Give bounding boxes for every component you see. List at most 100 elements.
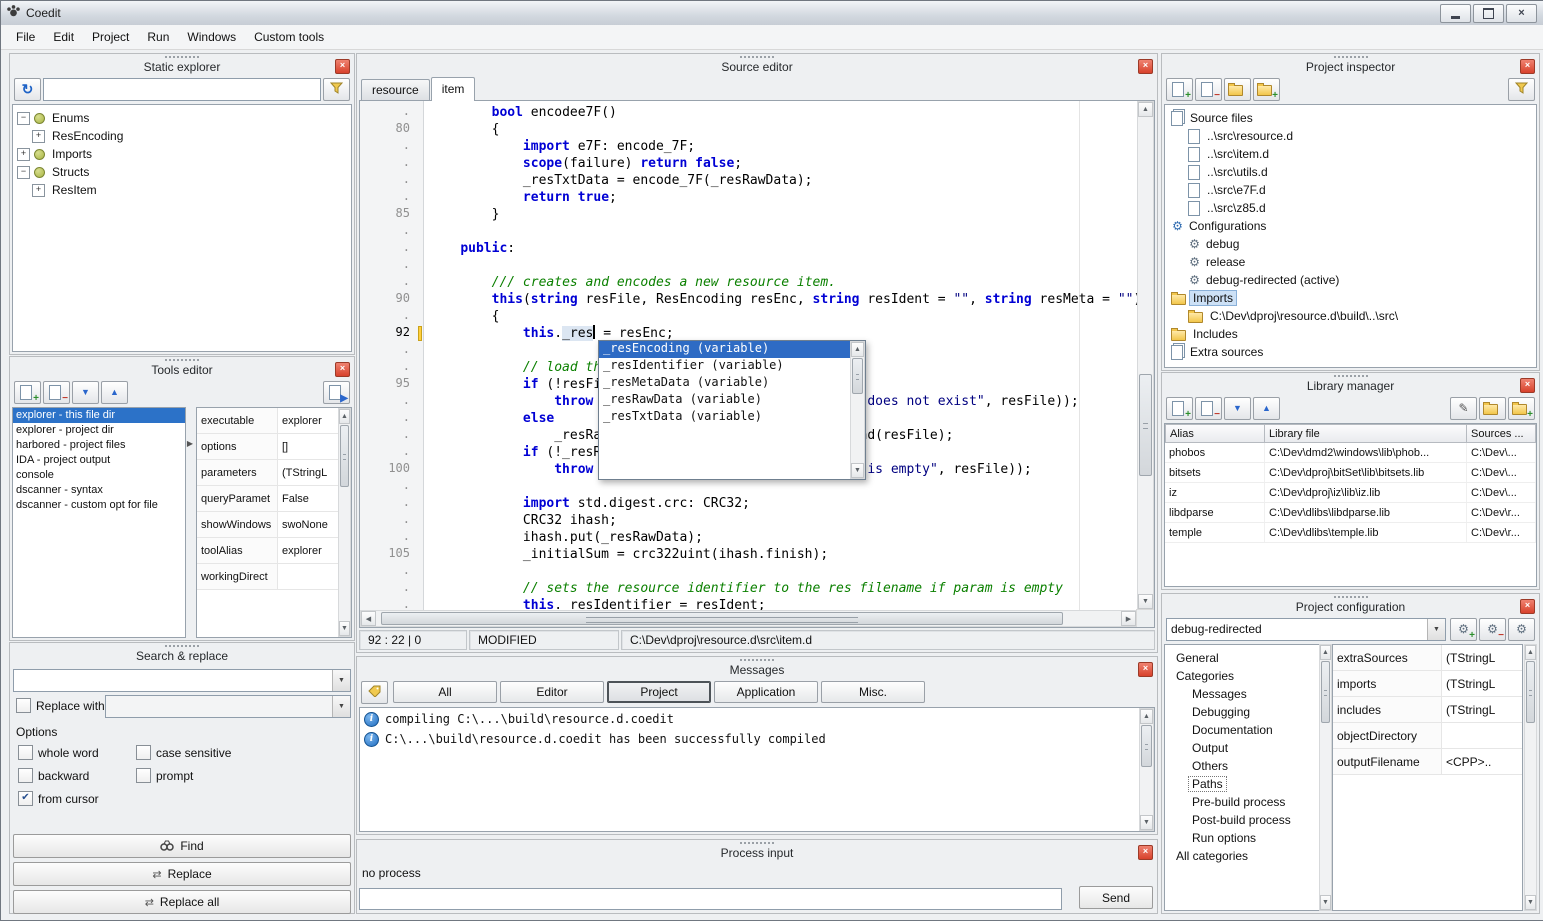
properties-scrollbar[interactable]: ▲▼: [338, 408, 351, 637]
drag-grip-icon[interactable]: [165, 56, 199, 58]
tree-item[interactable]: Categories: [1165, 667, 1319, 685]
add-configuration-button[interactable]: ⚙+: [1450, 618, 1477, 641]
tree-item[interactable]: +Imports: [13, 145, 351, 163]
tree-item[interactable]: +ResItem: [13, 181, 351, 199]
tool-list-item[interactable]: dscanner - syntax: [13, 483, 185, 498]
scroll-arrow-icon[interactable]: ▼: [1320, 895, 1331, 910]
categories-scrollbar[interactable]: ▲▼: [1319, 644, 1332, 911]
tree-item[interactable]: ..\src\z85.d: [1165, 199, 1536, 217]
close-panel-button[interactable]: ×: [1520, 59, 1535, 74]
table-row[interactable]: phobosC:\Dev\dmd2\windows\lib\phob...C:\…: [1165, 443, 1536, 463]
expander-icon[interactable]: +: [17, 148, 30, 161]
replace-input[interactable]: [106, 700, 332, 714]
scroll-thumb[interactable]: [1321, 661, 1330, 723]
close-panel-button[interactable]: ×: [1138, 59, 1153, 74]
code-editor[interactable]: .80....85....90.92..95....100....105... …: [359, 100, 1155, 628]
table-row[interactable]: libdparseC:\Dev\dlibs\libdparse.libC:\De…: [1165, 503, 1536, 523]
scroll-arrow-icon[interactable]: ▼: [339, 621, 350, 636]
editor-vertical-scrollbar[interactable]: ▲▼: [1137, 101, 1154, 610]
tree-item[interactable]: Messages: [1165, 685, 1319, 703]
replace-button[interactable]: ⇄ Replace: [13, 862, 351, 886]
tree-item[interactable]: Output: [1165, 739, 1319, 757]
tree-item[interactable]: General: [1165, 649, 1319, 667]
scroll-arrow-icon[interactable]: ▲: [1140, 709, 1153, 724]
tool-list-item[interactable]: console: [13, 468, 185, 483]
message-item[interactable]: iC:\...\build\resource.d.coedit has been…: [360, 728, 1139, 748]
scroll-thumb[interactable]: [1139, 374, 1152, 476]
close-panel-button[interactable]: ×: [1138, 662, 1153, 677]
add-folder-button[interactable]: +: [1253, 78, 1280, 101]
tree-item[interactable]: Includes: [1165, 325, 1536, 343]
drag-grip-icon[interactable]: [1334, 375, 1368, 377]
process-input-field[interactable]: [359, 888, 1062, 910]
close-panel-button[interactable]: ×: [1520, 599, 1535, 614]
execute-tool-button[interactable]: ▶: [323, 381, 350, 404]
tree-item[interactable]: ⚙Configurations: [1165, 217, 1536, 235]
tree-item[interactable]: Debugging: [1165, 703, 1319, 721]
table-row[interactable]: templeC:\Dev\dlibs\temple.libC:\Dev\r...: [1165, 523, 1536, 543]
clear-messages-button[interactable]: [361, 681, 388, 704]
panel-header[interactable]: Tools editor ×: [10, 357, 354, 379]
tree-item[interactable]: C:\Dev\dproj\resource.d\build\..\src\: [1165, 307, 1536, 325]
column-header[interactable]: Alias: [1165, 424, 1265, 443]
filter-application[interactable]: Application: [714, 681, 818, 703]
refresh-button[interactable]: ↻: [14, 78, 41, 101]
tree-item[interactable]: ..\src\resource.d: [1165, 127, 1536, 145]
symbol-search-input[interactable]: [43, 78, 321, 101]
scroll-arrow-icon[interactable]: ◀: [361, 611, 376, 626]
move-tool-down-button[interactable]: ▼: [72, 381, 99, 404]
filter-button[interactable]: [323, 78, 350, 101]
tool-list-item[interactable]: explorer - project dir: [13, 423, 185, 438]
replace-all-button[interactable]: ⇄ Replace all: [13, 890, 351, 914]
scroll-thumb[interactable]: [1141, 725, 1152, 767]
drag-grip-icon[interactable]: [740, 659, 774, 661]
property-value[interactable]: (TStringL: [1442, 677, 1522, 691]
tool-list-item[interactable]: dscanner - custom opt for file: [13, 498, 185, 513]
menu-item-file[interactable]: File: [7, 26, 44, 48]
configuration-grid-scrollbar[interactable]: ▲▼: [1524, 644, 1537, 911]
tree-item[interactable]: Imports: [1165, 289, 1536, 307]
open-library-folder-button[interactable]: [1479, 397, 1506, 420]
dropdown-icon[interactable]: ▼: [1427, 619, 1445, 640]
panel-header[interactable]: Messages ×: [357, 657, 1157, 679]
close-panel-button[interactable]: ×: [1520, 378, 1535, 393]
scroll-thumb[interactable]: [1526, 661, 1535, 723]
menu-item-custom-tools[interactable]: Custom tools: [245, 26, 333, 48]
drag-grip-icon[interactable]: [1334, 56, 1368, 58]
add-library-button[interactable]: +: [1166, 397, 1193, 420]
minimize-button[interactable]: [1440, 4, 1471, 23]
property-value[interactable]: <CPP>..: [1442, 755, 1522, 769]
search-input[interactable]: [14, 674, 332, 688]
column-header[interactable]: Library file: [1265, 424, 1467, 443]
option-checkbox[interactable]: prompt: [136, 764, 254, 787]
tree-item[interactable]: −Enums: [13, 109, 351, 127]
expander-icon[interactable]: −: [17, 166, 30, 179]
menu-item-windows[interactable]: Windows: [178, 26, 245, 48]
drag-grip-icon[interactable]: [165, 645, 199, 647]
scroll-arrow-icon[interactable]: ▼: [1525, 895, 1536, 910]
scroll-arrow-icon[interactable]: ▲: [339, 409, 350, 424]
tree-item[interactable]: ..\src\e7F.d: [1165, 181, 1536, 199]
add-source-button[interactable]: +: [1166, 78, 1193, 101]
scroll-thumb[interactable]: [340, 425, 349, 487]
property-value[interactable]: (TStringL: [278, 467, 338, 479]
completion-item[interactable]: _resMetaData (variable): [599, 375, 850, 392]
tree-item[interactable]: Others: [1165, 757, 1319, 775]
clone-configuration-button[interactable]: ⚙: [1508, 618, 1535, 641]
tree-item[interactable]: ⚙release: [1165, 253, 1536, 271]
drag-grip-icon[interactable]: [1334, 596, 1368, 598]
remove-library-button[interactable]: −: [1195, 397, 1222, 420]
checkbox-icon[interactable]: [16, 698, 31, 713]
property-value[interactable]: (TStringL: [1442, 651, 1522, 665]
scroll-arrow-icon[interactable]: ▼: [851, 463, 864, 478]
filter-all[interactable]: All: [393, 681, 497, 703]
scroll-thumb[interactable]: [852, 358, 863, 394]
property-value[interactable]: []: [278, 441, 338, 453]
table-row[interactable]: bitsetsC:\Dev\dproj\bitSet\lib\bitsets.l…: [1165, 463, 1536, 483]
tree-item[interactable]: Extra sources: [1165, 343, 1536, 361]
tab-item[interactable]: item: [431, 77, 476, 101]
property-value[interactable]: explorer: [278, 545, 338, 557]
title-bar[interactable]: Coedit ×: [1, 1, 1543, 26]
column-header[interactable]: Sources ...: [1467, 424, 1536, 443]
tree-item[interactable]: Pre-build process: [1165, 793, 1319, 811]
